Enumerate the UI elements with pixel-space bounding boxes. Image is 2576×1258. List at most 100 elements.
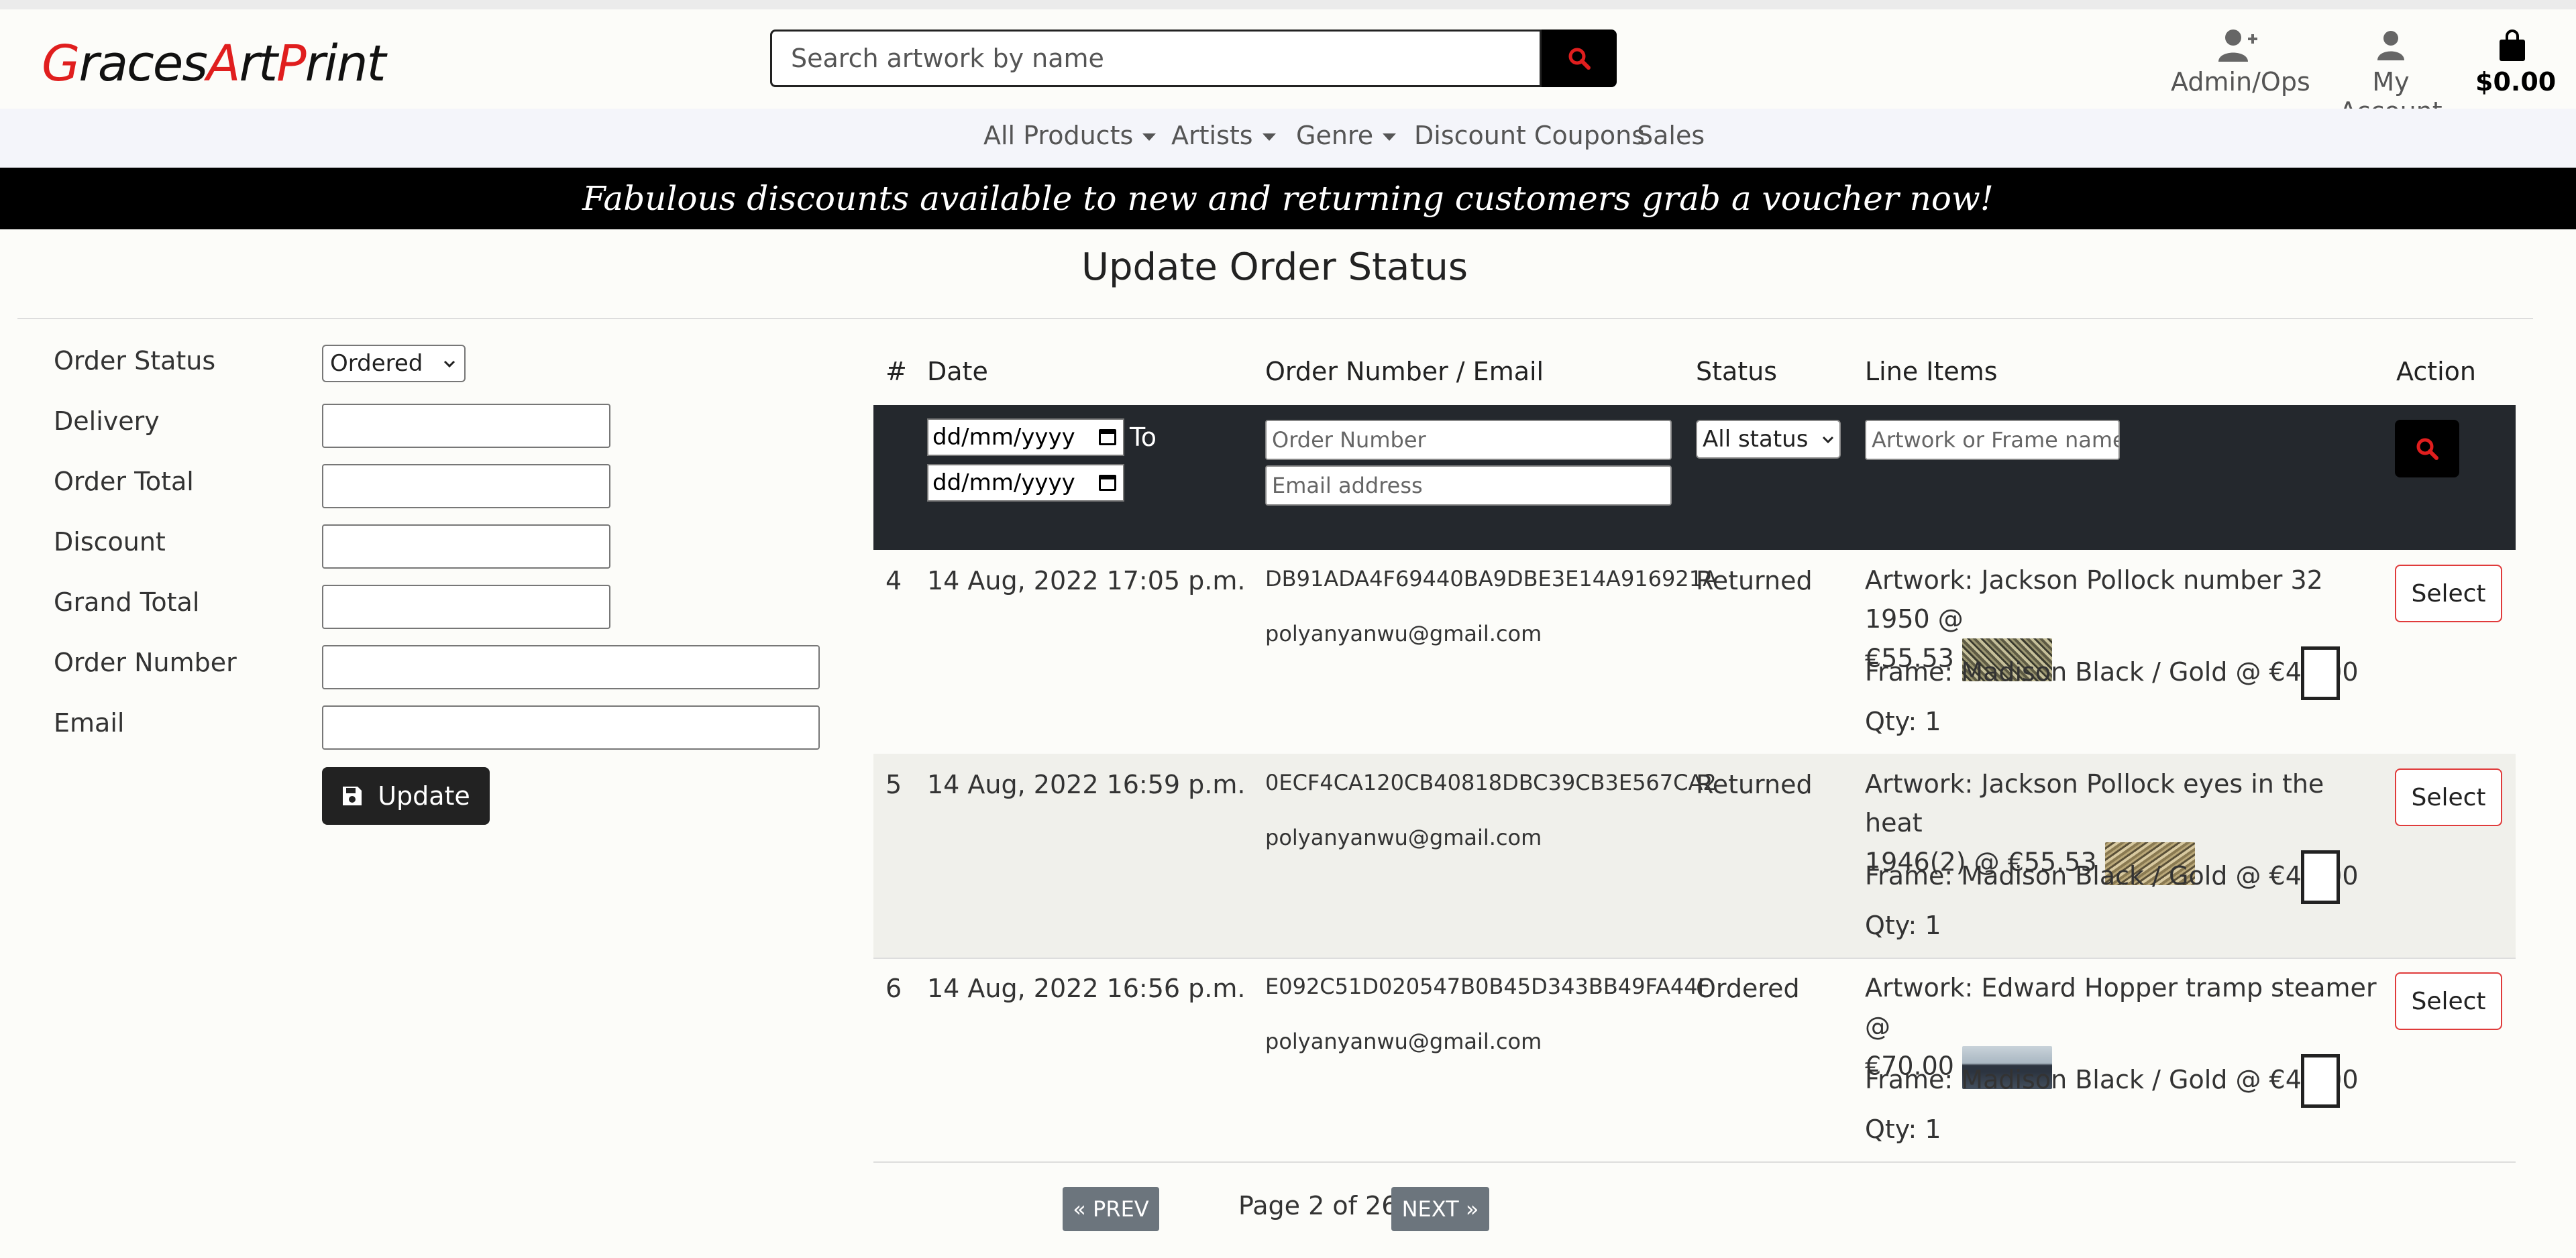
- order-number: 0ECF4CA120CB40818DBC39CB3E567CA2: [1265, 770, 1717, 795]
- page-indicator: Page 2 of 26: [1238, 1191, 1398, 1220]
- next-page-button[interactable]: NEXT »: [1391, 1187, 1489, 1231]
- site-header: GracesArtPrint Admin/Ops My Account $0.0…: [0, 9, 2576, 126]
- nav-all-products[interactable]: All Products: [983, 121, 1157, 150]
- col-header-number: #: [885, 357, 907, 386]
- col-header-status: Status: [1696, 357, 1778, 386]
- date-to-input[interactable]: dd/mm/yyyy: [927, 464, 1124, 502]
- logo-part: races: [78, 35, 208, 93]
- line-item-qty: Qty: 1: [1865, 707, 1941, 736]
- nav-sales[interactable]: Sales: [1637, 121, 1705, 150]
- email-field[interactable]: [322, 705, 820, 750]
- select-button[interactable]: Select: [2395, 768, 2502, 826]
- table-row: 4 14 Aug, 2022 17:05 p.m. DB91ADA4F69440…: [873, 550, 2516, 755]
- user-icon: [2377, 31, 2404, 60]
- calendar-icon: [1099, 475, 1116, 491]
- logo-part: G: [42, 35, 80, 93]
- order-number: DB91ADA4F69440BA9DBE3E14A916921A: [1265, 566, 1717, 591]
- line-item-qty: Qty: 1: [1865, 911, 1941, 940]
- delivery-field[interactable]: [322, 404, 610, 448]
- order-total-label: Order Total: [54, 467, 194, 496]
- order-date: 14 Aug, 2022 17:05 p.m.: [927, 566, 1246, 595]
- user-plus-icon: [2218, 30, 2257, 62]
- artwork-text: Artwork: Jackson Pollock number 32 1950 …: [1865, 565, 2323, 634]
- order-number-label: Order Number: [54, 648, 237, 677]
- discount-field[interactable]: [322, 524, 610, 569]
- chevron-down-icon: [1383, 133, 1397, 141]
- order-email: polyanyanwu@gmail.com: [1265, 1029, 1542, 1054]
- order-status: Returned: [1696, 770, 1813, 799]
- select-button[interactable]: Select: [2395, 972, 2502, 1030]
- order-number: E092C51D020547B0B45D343BB49FA44F: [1265, 974, 1710, 999]
- filter-search-button[interactable]: [2395, 420, 2459, 477]
- prev-page-button[interactable]: « PREV: [1063, 1187, 1159, 1231]
- email-label: Email: [54, 708, 125, 738]
- nav-label: Discount Coupons: [1414, 121, 1646, 150]
- frame-thumbnail: [2301, 1054, 2340, 1108]
- col-header-line-items: Line Items: [1865, 357, 1998, 386]
- order-number-field[interactable]: [322, 645, 820, 689]
- order-date: 14 Aug, 2022 16:56 p.m.: [927, 974, 1246, 1003]
- nav-label: Artists: [1171, 121, 1253, 150]
- nav-label: Genre: [1296, 121, 1374, 150]
- frame-thumbnail: [2301, 646, 2340, 700]
- order-status-select[interactable]: Ordered: [322, 345, 466, 382]
- admin-ops-link[interactable]: Admin/Ops: [2171, 24, 2310, 97]
- email-filter[interactable]: Email address: [1265, 465, 1672, 506]
- col-header-action: Action: [2396, 357, 2477, 386]
- save-icon: [343, 787, 362, 805]
- calendar-icon: [1099, 429, 1116, 445]
- nav-discount-coupons[interactable]: Discount Coupons: [1414, 121, 1645, 150]
- search-bar: [770, 30, 1617, 87]
- order-date: 14 Aug, 2022 16:59 p.m.: [927, 770, 1246, 799]
- main-nav: All Products Artists Genre Discount Coup…: [0, 109, 2576, 168]
- artwork-text: Artwork: Edward Hopper tramp steamer @: [1865, 973, 2377, 1041]
- order-email: polyanyanwu@gmail.com: [1265, 825, 1542, 850]
- admin-ops-label: Admin/Ops: [2171, 67, 2310, 97]
- line-item-frame: Frame: Madison Black / Gold @ €42.00: [1865, 1065, 2359, 1094]
- line-item-qty: Qty: 1: [1865, 1114, 1941, 1144]
- line-item-frame: Frame: Madison Black / Gold @ €42.00: [1865, 861, 2359, 891]
- chevron-down-icon: [1822, 436, 1834, 444]
- update-label: Update: [378, 781, 470, 811]
- col-header-date: Date: [927, 357, 988, 386]
- line-item-frame: Frame: Madison Black / Gold @ €42.00: [1865, 657, 2359, 687]
- frame-thumbnail: [2301, 850, 2340, 904]
- grand-total-label: Grand Total: [54, 587, 200, 617]
- logo-part: A: [206, 35, 241, 93]
- promo-banner: Fabulous discounts available to new and …: [0, 168, 2576, 229]
- delivery-label: Delivery: [54, 406, 160, 436]
- search-icon: [1568, 48, 1591, 70]
- grand-total-field[interactable]: [322, 585, 610, 629]
- logo-part: rt: [239, 35, 278, 93]
- order-number-filter[interactable]: Order Number: [1265, 420, 1672, 460]
- select-button[interactable]: Select: [2395, 565, 2502, 622]
- order-email: polyanyanwu@gmail.com: [1265, 621, 1542, 646]
- date-from-input[interactable]: dd/mm/yyyy: [927, 418, 1124, 456]
- update-button[interactable]: Update: [322, 767, 490, 825]
- artwork-text: Artwork: Jackson Pollock eyes in the hea…: [1865, 769, 2324, 838]
- search-input[interactable]: [770, 30, 1542, 87]
- date-placeholder: dd/mm/yyyy: [932, 469, 1075, 496]
- cart-total: $0.00: [2475, 67, 2557, 97]
- nav-artists[interactable]: Artists: [1171, 121, 1276, 150]
- nav-label: All Products: [983, 121, 1134, 150]
- logo-part: P: [276, 35, 307, 93]
- cart-link[interactable]: $0.00: [2475, 24, 2557, 97]
- table-row: 5 14 Aug, 2022 16:59 p.m. 0ECF4CA120CB40…: [873, 754, 2516, 959]
- status-filter-select[interactable]: All status: [1696, 420, 1841, 459]
- line-items-filter[interactable]: Artwork or Frame name: [1865, 420, 2120, 460]
- discount-label: Discount: [54, 527, 166, 557]
- site-logo[interactable]: GracesArtPrint: [42, 35, 386, 93]
- row-number: 4: [885, 566, 902, 595]
- top-edge: [0, 0, 2576, 9]
- chevron-down-icon: [443, 360, 455, 368]
- search-button[interactable]: [1542, 30, 1617, 87]
- page-title: Update Order Status: [1081, 245, 1468, 289]
- search-icon: [2416, 438, 2438, 460]
- chevron-down-icon: [1142, 133, 1157, 141]
- shopping-bag-icon: [2500, 30, 2525, 61]
- col-header-order-email: Order Number / Email: [1265, 357, 1544, 386]
- table-row: 6 14 Aug, 2022 16:56 p.m. E092C51D020547…: [873, 958, 2516, 1163]
- nav-genre[interactable]: Genre: [1296, 121, 1397, 150]
- order-total-field[interactable]: [322, 464, 610, 508]
